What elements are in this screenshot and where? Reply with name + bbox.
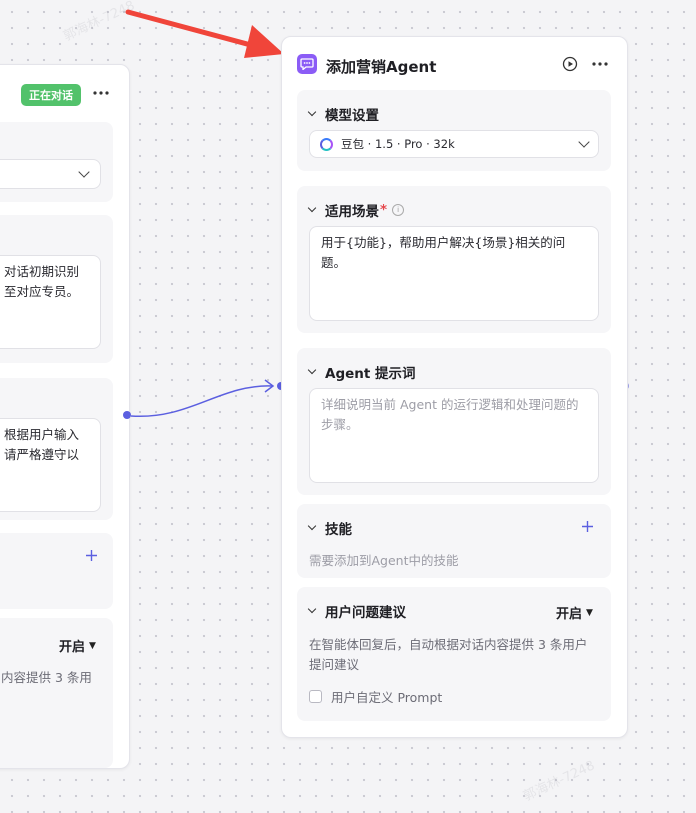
model-name: 豆包 · 1.5 · Pro · 32k (341, 137, 455, 151)
scenario-text: 用于{功能}，帮助用户解决{场景}相关的问题。 (321, 235, 566, 270)
section-title: 适用场景 (325, 204, 379, 220)
prompt-section: Agent 提示词 详细说明当前 Agent 的运行逻辑和处理问题的步骤。 (297, 348, 611, 495)
left-node-output-handle[interactable] (123, 411, 131, 419)
chevron-down-icon (307, 107, 317, 117)
skills-section: 技能 需要添加到Agent中的技能 (297, 504, 611, 578)
toggle-label: 开启 (556, 607, 583, 622)
custom-prompt-option[interactable]: 用户自定义 Prompt (309, 687, 442, 706)
prompt-textarea[interactable]: 详细说明当前 Agent 的运行逻辑和处理问题的步骤。 (309, 388, 599, 483)
suggest-description: 在智能体回复后，自动根据对话内容提供 3 条用户提问建议 (309, 637, 588, 672)
chevron-down-icon (307, 521, 317, 531)
section-title: Agent 提示词 (325, 366, 416, 382)
question-suggest-section: 用户问题建议 开启 ▼ 在智能体回复后，自动根据对话内容提供 3 条用户提问建议 … (297, 587, 611, 721)
section-title: 技能 (325, 522, 352, 538)
agent-node[interactable]: 添加营销Agent 模型设置 豆包 · 1.5 · Pro · 32k 适用场景… (281, 36, 628, 738)
section-title: 用户问题建议 (325, 605, 406, 621)
node-title[interactable]: 添加营销Agent (326, 56, 436, 77)
prompt-placeholder: 详细说明当前 Agent 的运行逻辑和处理问题的步骤。 (321, 397, 579, 432)
caret-down-icon: ▼ (586, 607, 593, 618)
chevron-down-icon (307, 604, 317, 614)
model-settings-section: 模型设置 豆包 · 1.5 · Pro · 32k (297, 90, 611, 171)
chat-bubble-icon (297, 54, 317, 74)
checkbox-icon[interactable] (309, 690, 322, 703)
prompt-header[interactable]: Agent 提示词 (307, 362, 416, 382)
chevron-down-icon (578, 136, 590, 148)
model-settings-header[interactable]: 模型设置 (307, 104, 379, 124)
scenario-textarea[interactable]: 用于{功能}，帮助用户解决{场景}相关的问题。 (309, 226, 599, 321)
skills-header[interactable]: 技能 (307, 518, 352, 538)
play-icon[interactable] (560, 55, 580, 73)
info-icon: i (392, 204, 405, 216)
add-skill-plus-icon[interactable] (579, 518, 595, 534)
suggest-toggle-dropdown[interactable]: 开启 ▼ (556, 603, 593, 622)
custom-prompt-label: 用户自定义 Prompt (331, 690, 443, 705)
chevron-down-icon (307, 203, 317, 213)
scenario-header[interactable]: 适用场景 * i (307, 200, 405, 220)
section-title: 模型设置 (325, 108, 379, 124)
chevron-down-icon (307, 365, 317, 375)
model-select[interactable]: 豆包 · 1.5 · Pro · 32k (309, 130, 599, 158)
skills-hint: 需要添加到Agent中的技能 (309, 553, 459, 568)
more-icon[interactable] (590, 55, 610, 73)
required-mark: * (380, 202, 388, 218)
doubao-logo-icon (320, 137, 333, 151)
question-suggest-header[interactable]: 用户问题建议 (307, 601, 406, 621)
scenario-section: 适用场景 * i 用于{功能}，帮助用户解决{场景}相关的问题。 (297, 186, 611, 333)
